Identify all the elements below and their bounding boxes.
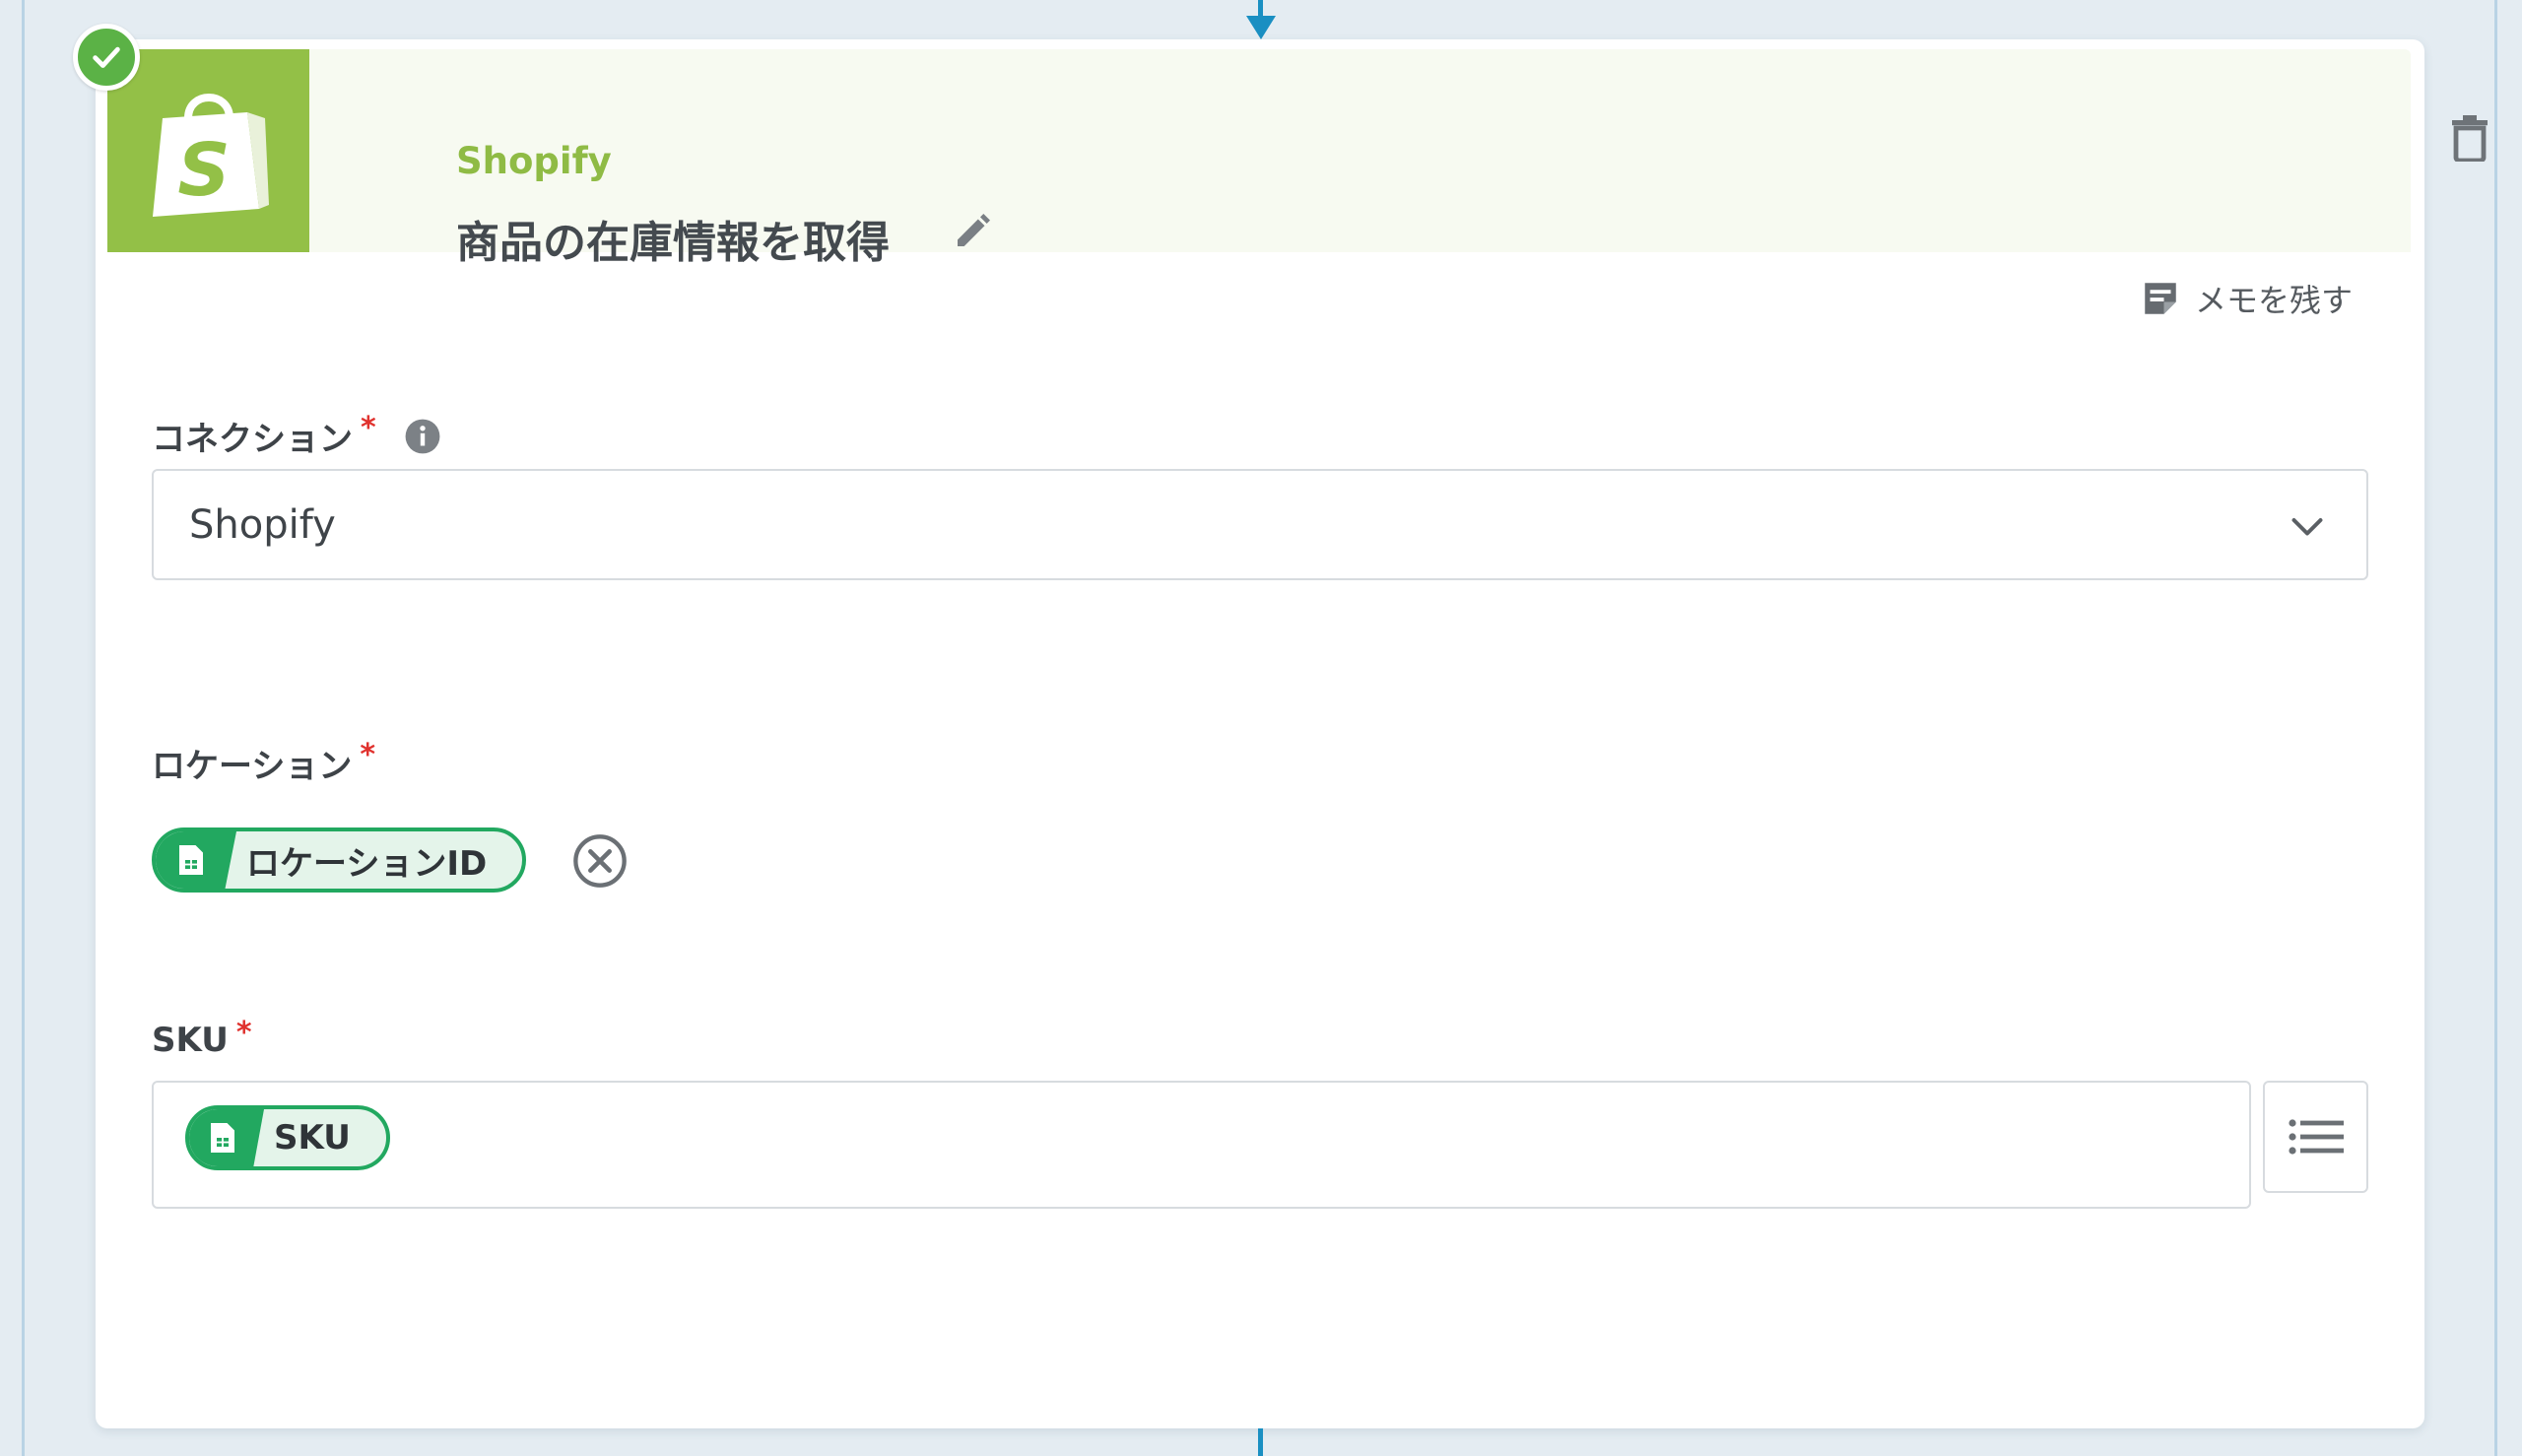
sku-input[interactable] xyxy=(152,1081,2251,1209)
memo-label: メモを残す xyxy=(2195,282,2354,319)
flow-rail-left xyxy=(22,0,25,1456)
pencil-icon[interactable] xyxy=(953,212,992,251)
required-mark: * xyxy=(361,411,376,445)
spreadsheet-icon xyxy=(211,1123,234,1153)
location-id-chip[interactable]: ロケーションID xyxy=(152,827,526,893)
sku-chip[interactable]: SKU xyxy=(185,1105,390,1170)
step-app-name: Shopify xyxy=(456,140,612,182)
sku-chip-label: SKU xyxy=(274,1118,351,1158)
close-circle-icon[interactable] xyxy=(571,832,629,890)
info-icon[interactable] xyxy=(404,418,441,455)
connection-select[interactable]: Shopify xyxy=(152,469,2368,580)
shopify-bag-icon: S xyxy=(152,94,269,217)
location-label: ロケーション xyxy=(152,747,353,786)
note-icon xyxy=(2145,283,2176,314)
flow-arrow-icon xyxy=(1246,16,1276,39)
location-chip-label: ロケーションID xyxy=(246,843,488,884)
connection-label: コネクション xyxy=(152,420,353,459)
memo-button[interactable]: メモを残す xyxy=(2140,276,2353,321)
flow-canvas: S Shopify 商品の在庫情報を取得 メモを残す コネクション * Shop… xyxy=(0,0,2522,1456)
list-icon xyxy=(2288,1119,2344,1155)
location-label-row: ロケーション * xyxy=(152,738,376,787)
chip-icon-area xyxy=(189,1109,264,1166)
step-card: S Shopify 商品の在庫情報を取得 メモを残す xyxy=(96,39,2488,1428)
required-mark: * xyxy=(235,1015,252,1050)
status-check-icon xyxy=(73,24,140,91)
sku-label-row: SKU * xyxy=(152,1016,252,1061)
flow-connector-bottom xyxy=(1258,1428,1263,1456)
step-title: 商品の在庫情報を取得 xyxy=(456,218,890,268)
connection-select-value: Shopify xyxy=(189,501,336,548)
spreadsheet-icon xyxy=(179,845,203,875)
trash-icon[interactable] xyxy=(2450,114,2489,164)
chip-icon-area xyxy=(156,831,236,889)
shopify-logo: S xyxy=(107,49,309,252)
step-header: S Shopify 商品の在庫情報を取得 xyxy=(107,49,2488,268)
required-mark: * xyxy=(360,738,376,772)
sku-options-button[interactable] xyxy=(2263,1081,2368,1193)
svg-text:S: S xyxy=(177,128,230,213)
chevron-down-icon xyxy=(2291,518,2323,536)
connection-label-row: コネクション * xyxy=(152,411,441,460)
flow-rail-right xyxy=(2494,0,2497,1456)
sku-label: SKU xyxy=(152,1021,229,1060)
